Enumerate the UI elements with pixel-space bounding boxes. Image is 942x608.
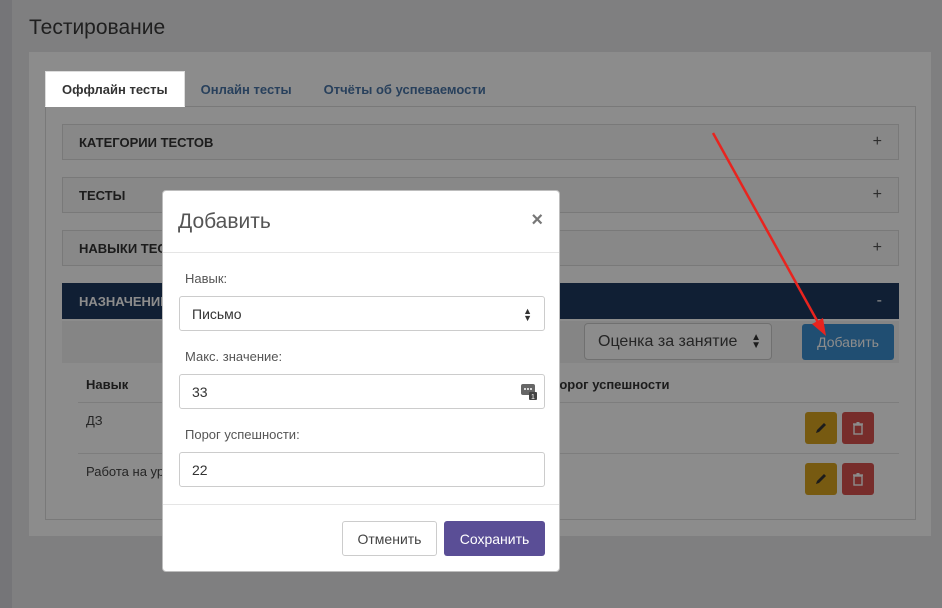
skill-select[interactable]: Письмо ▲ ▼ <box>179 296 545 331</box>
threshold-label: Порог успешности: <box>185 427 300 442</box>
modal-title: Добавить <box>178 210 271 233</box>
svg-text:1: 1 <box>531 394 535 401</box>
tab-offline-tests[interactable]: Оффлайн тесты <box>45 71 185 107</box>
modal-header: Добавить × <box>163 191 559 253</box>
add-dialog: Добавить × Навык: Письмо ▲ ▼ Макс. значен… <box>162 190 560 572</box>
max-value: 33 <box>192 383 208 400</box>
max-value-label: Макс. значение: <box>185 349 283 364</box>
threshold-input[interactable]: 22 <box>179 452 545 487</box>
save-button[interactable]: Сохранить <box>444 521 545 556</box>
sort-arrows-icon: ▲ ▼ <box>523 306 532 323</box>
modal-footer: Отменить Сохранить <box>163 504 559 572</box>
close-icon[interactable]: × <box>531 209 543 232</box>
cancel-button[interactable]: Отменить <box>342 521 437 556</box>
skill-value: Письмо <box>192 305 242 322</box>
max-value-input[interactable]: 33 1 <box>179 374 545 409</box>
threshold-value: 22 <box>192 461 208 478</box>
number-stepper-icon[interactable]: 1 <box>520 383 538 401</box>
skill-label: Навык: <box>185 271 228 286</box>
